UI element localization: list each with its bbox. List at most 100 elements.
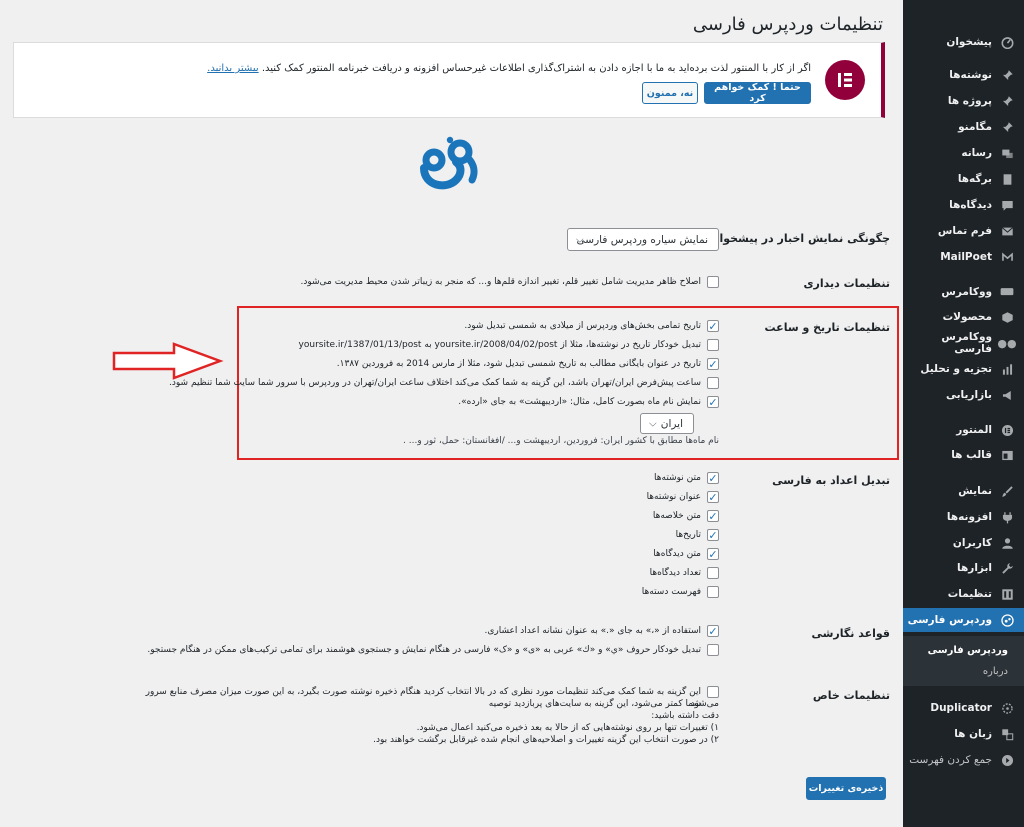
- sidebar-item-comments[interactable]: دیدگاه‌ها: [903, 193, 1024, 217]
- sidebar-item-label: قالب ها: [951, 449, 992, 461]
- sidebar-item-label: رسانه: [961, 147, 992, 159]
- special-line: می‌شود.: [687, 699, 719, 709]
- sidebar-item-mailpoet[interactable]: MailPoet: [903, 245, 1024, 269]
- checkbox[interactable]: [707, 358, 719, 370]
- checkbox[interactable]: [707, 548, 719, 560]
- special-line: ۲) در صورت انتخاب این گزینه تغییرات و اص…: [373, 735, 719, 745]
- checkbox[interactable]: [707, 529, 719, 541]
- chevron-down-icon: ⌵: [576, 234, 584, 245]
- sidebar-item-label: برگه‌ها: [957, 173, 992, 185]
- sidebar-collapse-menu[interactable]: جمع کردن فهرست: [903, 748, 1024, 772]
- sidebar-item-pages[interactable]: برگه‌ها: [903, 167, 1024, 191]
- accept-help-button[interactable]: حتما ! کمک خواهم کرد: [704, 82, 811, 104]
- datetime-settings-label: تنظیمات تاریخ و ساعت: [764, 321, 890, 334]
- country-selected: ایران: [660, 417, 683, 430]
- submenu-item-wp-farsi[interactable]: وردپرس فارسی: [903, 645, 1024, 656]
- option-label: فهرست دسته‌ها: [641, 587, 701, 597]
- admin-sidebar: پیشخوان نوشته‌ها پروژه ها مگامنو رسانه ب…: [903, 0, 1024, 827]
- sidebar-item-tools[interactable]: ابزارها: [903, 556, 1024, 580]
- writing-rules-label: قواعد نگارشی: [811, 627, 890, 640]
- sidebar-item-label: کاربران: [952, 537, 992, 549]
- checkbox[interactable]: [707, 276, 719, 288]
- sidebar-item-label: دیدگاه‌ها: [949, 199, 992, 211]
- sidebar-item-label: نوشته‌ها: [949, 69, 992, 81]
- sidebar-item-marketing[interactable]: بازاریابی: [903, 383, 1024, 407]
- option-label: استفاده از «،» به جای «.» به عنوان نشانه…: [484, 626, 701, 636]
- sidebar-item-projects[interactable]: پروژه ها: [903, 89, 1024, 113]
- settings-icon: [1000, 587, 1014, 601]
- option-label: نمایش نام ماه بصورت کامل، مثال: «اردیبهش…: [458, 397, 701, 407]
- datetime-option-4: ساعت پیش‌فرض ایران/تهران باشد، این گزینه…: [169, 377, 719, 389]
- no-thanks-button[interactable]: نه، ممنون: [642, 82, 698, 104]
- option-label: تاریخ‌ها: [675, 530, 701, 540]
- checkbox[interactable]: [707, 510, 719, 522]
- sidebar-item-label: محصولات: [942, 311, 992, 323]
- checkbox[interactable]: [707, 472, 719, 484]
- option-label: اصلاح ظاهر مدیریت شامل تغییر قلم، تغییر …: [300, 277, 701, 287]
- sidebar-item-label: تنظیمات: [947, 588, 992, 600]
- country-select[interactable]: ایران ⌵: [640, 413, 694, 434]
- writing-option-1: استفاده از «،» به جای «.» به عنوان نشانه…: [485, 625, 719, 637]
- special-settings-label: تنظیمات خاص: [812, 689, 890, 702]
- media-icon: [1000, 146, 1014, 160]
- sidebar-item-analytics[interactable]: تجزیه و تحلیل: [903, 357, 1024, 381]
- numbers-option-1: متن نوشته‌ها: [654, 472, 719, 484]
- checkbox[interactable]: [707, 339, 719, 351]
- option-label: متن نوشته‌ها: [654, 473, 701, 483]
- option-label: تاریخ تمامی بخش‌های وردپرس از میلادی به …: [464, 321, 701, 331]
- duplicator-icon: [1000, 701, 1014, 715]
- sidebar-item-posts[interactable]: نوشته‌ها: [903, 63, 1024, 87]
- sidebar-item-label: ووکامرس: [941, 286, 992, 298]
- numbers-option-6: تعداد دیدگاه‌ها: [650, 567, 719, 579]
- sidebar-item-label: المنتور: [956, 424, 992, 436]
- sidebar-item-settings[interactable]: تنظیمات: [903, 582, 1024, 606]
- sidebar-item-plugins[interactable]: افزونه‌ها: [903, 505, 1024, 529]
- datetime-settings-group: تاریخ تمامی بخش‌های وردپرس از میلادی به …: [159, 320, 719, 450]
- checkbox[interactable]: [707, 567, 719, 579]
- sidebar-item-label: ابزارها: [957, 562, 992, 574]
- sidebar-item-elementor[interactable]: المنتور: [903, 418, 1024, 442]
- option-label: متن خلاصه‌ها: [652, 511, 701, 521]
- sidebar-item-label: تجزیه و تحلیل: [920, 363, 992, 375]
- submenu-wp-farsi: وردپرس فارسی درباره: [903, 636, 1024, 686]
- sidebar-item-woo-farsi[interactable]: ●● ووکامرس فارسی: [903, 331, 1024, 355]
- checkbox[interactable]: [707, 644, 719, 656]
- sidebar-item-wp-farsi[interactable]: وردپرس فارسی: [903, 608, 1024, 632]
- option-label: تعداد دیدگاه‌ها: [649, 568, 701, 578]
- datetime-option-2: تبدیل خودکار تاریخ در نوشته‌ها، مثلا از …: [299, 339, 719, 351]
- checkbox[interactable]: [707, 625, 719, 637]
- checkbox[interactable]: [707, 396, 719, 408]
- visual-option: اصلاح ظاهر مدیریت شامل تغییر قلم، تغییر …: [300, 276, 719, 288]
- learn-more-link[interactable]: بیشتر بدانید.: [207, 63, 258, 74]
- sidebar-item-users[interactable]: کاربران: [903, 531, 1024, 555]
- sidebar-item-contact-form[interactable]: فرم تماس: [903, 219, 1024, 243]
- sidebar-item-dashboard[interactable]: پیشخوان: [903, 30, 1024, 54]
- checkbox[interactable]: [707, 586, 719, 598]
- submenu-item-about[interactable]: درباره: [903, 666, 1024, 677]
- wp-farsi-logo-icon: [416, 134, 482, 192]
- writing-option-2: تبدیل خودکار حروف «ي» و «ك» عربی به «ی» …: [147, 644, 719, 656]
- woo-fa-icon: ●●: [997, 336, 1017, 350]
- special-settings-checkbox[interactable]: [707, 686, 719, 698]
- checkbox[interactable]: [707, 320, 719, 332]
- sidebar-item-templates[interactable]: قالب ها: [903, 443, 1024, 467]
- datetime-option-5: نمایش نام ماه بصورت کامل، مثال: «اردیبهش…: [458, 396, 719, 408]
- checkbox[interactable]: [707, 377, 719, 389]
- sidebar-item-woocommerce[interactable]: ووکامرس: [903, 280, 1024, 304]
- dashboard-news-select[interactable]: نمایش سیاره وردپرس فارسی ⌵: [567, 228, 719, 251]
- sidebar-item-media[interactable]: رسانه: [903, 141, 1024, 165]
- checkbox[interactable]: [707, 491, 719, 503]
- sidebar-item-appearance[interactable]: نمایش: [903, 479, 1024, 503]
- sidebar-item-label: پیشخوان: [946, 36, 992, 48]
- sidebar-item-duplicator[interactable]: Duplicator: [903, 696, 1024, 720]
- sidebar-item-label: فرم تماس: [937, 225, 992, 237]
- datetime-option-1: تاریخ تمامی بخش‌های وردپرس از میلادی به …: [464, 320, 719, 332]
- sidebar-item-languages[interactable]: زبان ها: [903, 722, 1024, 746]
- save-changes-button[interactable]: ذخیره‌ی تغییرات: [806, 777, 886, 800]
- sidebar-item-label: جمع کردن فهرست: [909, 754, 992, 766]
- sidebar-item-megamenu[interactable]: مگامنو: [903, 115, 1024, 139]
- pin-icon: [1000, 68, 1014, 82]
- option-label: تبدیل خودکار حروف «ي» و «ك» عربی به «ی» …: [147, 645, 701, 655]
- template-icon: [1000, 448, 1014, 462]
- sidebar-item-products[interactable]: محصولات: [903, 305, 1024, 329]
